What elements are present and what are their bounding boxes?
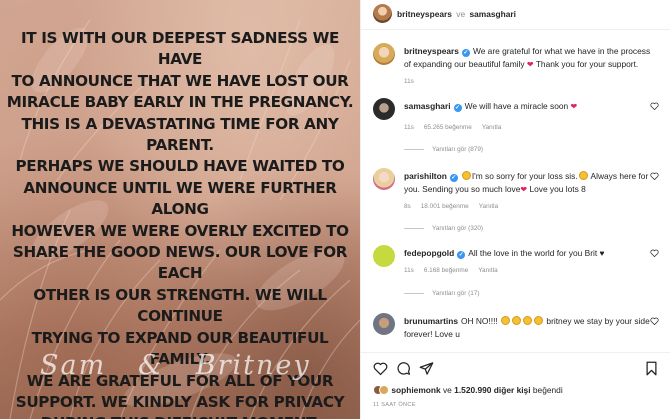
view-replies-button[interactable]: Yanıtları gör (320) <box>404 225 483 232</box>
avatar <box>379 385 389 395</box>
comment-time: 11s <box>404 267 414 274</box>
heart-emoji: ❤ <box>526 59 534 69</box>
post-timestamp: 11 SAAT ÖNCE <box>373 402 416 408</box>
likes-verb: beğendi <box>532 385 563 395</box>
sad-face-emoji <box>461 171 471 180</box>
reply-button[interactable]: Yanıtla <box>478 267 497 274</box>
comment-text: OH NO!!!! <box>460 316 498 326</box>
sad-face-emoji <box>578 171 588 180</box>
heart-icon[interactable] <box>373 361 388 376</box>
sad-face-emoji <box>534 316 544 325</box>
heart-icon[interactable] <box>650 317 659 325</box>
comment-likes[interactable]: 6.168 beğenme <box>424 267 468 274</box>
avatar[interactable] <box>373 245 395 267</box>
avatar[interactable] <box>373 4 392 23</box>
verified-icon: ✓ <box>453 104 462 112</box>
post-actions-bar <box>361 352 670 380</box>
comment-username[interactable]: samasghari <box>404 101 451 111</box>
comment-text: I'm so sorry for your loss sis. <box>471 171 578 181</box>
comment-username[interactable]: parishilton <box>404 171 447 181</box>
view-replies-button[interactable]: Yanıtları gör (17) <box>404 290 479 297</box>
post-authors: britneyspears ve samasghari <box>397 9 516 19</box>
share-icon[interactable] <box>419 361 434 376</box>
likes-others[interactable]: diğer kişi <box>494 385 531 395</box>
comment-username[interactable]: fedepopgold <box>404 248 454 258</box>
sad-face-emoji <box>523 316 533 325</box>
comment-likes[interactable]: 18.001 beğenme <box>421 203 469 210</box>
avatar[interactable] <box>373 313 395 335</box>
avatar[interactable] <box>373 98 395 120</box>
reply-button[interactable]: Yanıtla <box>479 203 498 210</box>
liker-username[interactable]: sophiemonk <box>391 385 440 395</box>
comment-text: We will have a miracle soon <box>464 101 569 111</box>
post-side-panel: britneyspears ve samasghari britneyspear… <box>360 0 670 419</box>
sad-face-emoji <box>501 316 511 325</box>
caption-username[interactable]: britneyspears <box>404 46 459 56</box>
comment-text: All the love in the world for you Brit <box>468 248 598 258</box>
comment-icon[interactable] <box>396 361 411 376</box>
bookmark-icon[interactable] <box>644 361 659 376</box>
post-image[interactable]: IT IS WITH OUR DEEPEST SADNESS WE HAVE T… <box>0 0 360 419</box>
view-replies-button[interactable]: Yanıtları gör (879) <box>404 146 483 153</box>
caption-text-end: Thank you for your support. <box>535 58 639 69</box>
likes-summary: sophiemonk ve 1.520.990 diğer kişi beğen… <box>373 385 563 397</box>
heart-emoji: ♥ <box>599 248 605 258</box>
post-header: britneyspears ve samasghari <box>361 0 670 30</box>
coauthor-username[interactable]: samasghari <box>469 9 516 19</box>
sad-face-emoji <box>512 316 522 325</box>
caption-time: 11s <box>404 78 414 85</box>
comment-time: 11s <box>404 124 414 131</box>
verified-icon: ✓ <box>449 174 458 182</box>
verified-icon: ✓ <box>457 251 466 259</box>
heart-emoji: ❤ <box>570 102 578 111</box>
comment-text-end: Love you lots 8 <box>529 183 586 194</box>
comment-username[interactable]: brunumartins <box>404 316 458 326</box>
heart-icon[interactable] <box>650 249 659 257</box>
heart-emoji: ❤ <box>520 184 528 194</box>
likes-count[interactable]: 1.520.990 <box>454 385 491 395</box>
author-separator: ve <box>456 9 466 19</box>
comment-time: 8s <box>404 203 411 210</box>
verified-icon: ✓ <box>461 49 470 57</box>
heart-icon[interactable] <box>650 172 659 180</box>
signature-text: Sam & Britney <box>40 350 311 381</box>
heart-icon[interactable] <box>650 102 659 110</box>
avatar[interactable] <box>373 43 395 65</box>
avatar[interactable] <box>373 168 395 190</box>
comment-likes[interactable]: 65.265 beğenme <box>424 124 472 131</box>
author-username[interactable]: britneyspears <box>397 9 452 19</box>
reply-button[interactable]: Yanıtla <box>482 124 501 131</box>
likes-connector: ve <box>442 385 452 395</box>
